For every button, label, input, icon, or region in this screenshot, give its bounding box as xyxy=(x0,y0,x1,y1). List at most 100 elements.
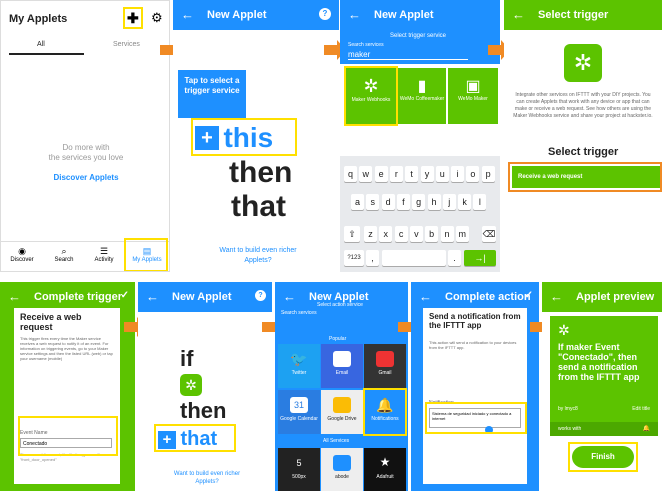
panel-my-applets: My Applets ✚ ⚙ All Services Do more with… xyxy=(0,0,170,272)
key-f[interactable]: f xyxy=(396,194,410,210)
header-title: Complete action xyxy=(445,291,531,303)
header-title: New Applet xyxy=(172,291,232,303)
edit-title-link[interactable]: Edit title xyxy=(632,406,650,412)
key-a[interactable]: a xyxy=(351,194,364,210)
webhooks-icon: ✲ xyxy=(558,322,570,338)
key-e[interactable]: e xyxy=(374,166,388,182)
tile-google-calendar-label: Google Calendar xyxy=(280,416,318,422)
backspace-key[interactable]: ⌫ xyxy=(482,226,496,242)
key-y[interactable]: y xyxy=(420,166,434,182)
key-t[interactable]: t xyxy=(405,166,419,182)
nav-activity[interactable]: ☰ Activity xyxy=(89,246,119,263)
back-arrow-icon[interactable]: ← xyxy=(181,7,194,22)
arrow-2 xyxy=(324,40,346,60)
key-r[interactable]: r xyxy=(389,166,403,182)
gear-icon[interactable]: ⚙ xyxy=(151,10,163,26)
popular-label: Popular xyxy=(329,336,347,342)
header-bar: ← New Applet xyxy=(340,0,500,30)
tile-google-calendar[interactable]: 31 Google Calendar xyxy=(278,390,320,434)
highlight-notifications xyxy=(363,388,407,436)
header-bar: ← New Applet? xyxy=(173,0,339,30)
arrow-1 xyxy=(160,40,182,60)
key-u[interactable]: u xyxy=(435,166,449,182)
key-b[interactable]: b xyxy=(425,226,439,242)
key-i[interactable]: i xyxy=(451,166,465,182)
shift-key[interactable]: ⇧ xyxy=(344,226,360,242)
key-j[interactable]: j xyxy=(442,194,456,210)
highlight-finish xyxy=(568,442,638,472)
key-q[interactable]: q xyxy=(344,166,357,182)
check-icon[interactable]: ✓ xyxy=(121,290,129,301)
key-n[interactable]: n xyxy=(440,226,454,242)
space-key[interactable] xyxy=(382,250,446,266)
tile-adafruit[interactable]: ★ Adafruit xyxy=(364,448,406,491)
nav-discover-label: Discover xyxy=(10,257,34,263)
highlight-my-applets xyxy=(124,238,168,271)
discover-link[interactable]: Discover Applets xyxy=(1,173,169,183)
enter-key[interactable]: →| xyxy=(464,250,496,266)
tab-services[interactable]: Services xyxy=(113,41,140,48)
back-arrow-icon[interactable]: ← xyxy=(550,289,563,304)
list-icon: ☰ xyxy=(99,246,109,256)
key-s[interactable]: s xyxy=(366,194,380,210)
nav-search[interactable]: ⌕ Search xyxy=(49,246,79,263)
key-g[interactable]: g xyxy=(412,194,426,210)
then-label: then xyxy=(180,398,227,423)
footer-link[interactable]: Want to build even richer Applets? xyxy=(162,470,252,486)
tile-adafruit-label: Adafruit xyxy=(376,474,394,480)
key-v[interactable]: v xyxy=(409,226,423,242)
back-arrow-icon[interactable]: ← xyxy=(348,7,361,22)
back-arrow-icon[interactable]: ← xyxy=(419,289,432,304)
highlight-notification xyxy=(425,402,527,434)
tile-500px-label: 500px xyxy=(292,474,306,480)
empty-line-1: Do more with xyxy=(62,143,110,152)
header-bar: ← New Applet? xyxy=(138,282,272,312)
nav-search-label: Search xyxy=(54,257,74,263)
tile-500px[interactable]: 5 500px xyxy=(278,448,320,491)
search-input[interactable]: maker xyxy=(348,50,468,60)
back-arrow-icon[interactable]: ← xyxy=(512,7,525,22)
tile-email[interactable]: Email xyxy=(321,344,363,388)
numbers-key[interactable]: ?123 xyxy=(344,250,364,266)
tile-abode[interactable]: abode xyxy=(321,448,363,491)
key-l[interactable]: l xyxy=(473,194,487,210)
coffee-icon: ▮ xyxy=(417,78,427,95)
service-wemo-maker[interactable]: ▣ WeMo Maker xyxy=(448,68,498,124)
nav-activity-label: Activity xyxy=(94,257,114,263)
help-icon[interactable]: ? xyxy=(255,290,266,301)
abode-icon xyxy=(333,455,351,471)
key-k[interactable]: k xyxy=(458,194,472,210)
arrow-4 xyxy=(124,317,146,337)
highlight-maker xyxy=(344,66,398,126)
tab-all[interactable]: All xyxy=(37,41,45,48)
arrow-3 xyxy=(488,40,510,60)
search-icon: ⌕ xyxy=(61,246,67,256)
help-icon[interactable]: ? xyxy=(319,8,331,20)
check-icon[interactable]: ✓ xyxy=(525,290,533,301)
tile-google-drive[interactable]: Google Drive xyxy=(321,390,363,434)
comma-key[interactable]: , xyxy=(366,250,379,266)
key-x[interactable]: x xyxy=(379,226,393,242)
tab-all-underline xyxy=(9,53,84,55)
key-c[interactable]: c xyxy=(394,226,408,242)
key-d[interactable]: d xyxy=(381,194,395,210)
tile-twitter[interactable]: 🐦 Twitter xyxy=(278,344,320,388)
back-arrow-icon[interactable]: ← xyxy=(283,289,296,304)
footer-link[interactable]: Want to build even richer Applets? xyxy=(213,246,303,266)
key-z[interactable]: z xyxy=(364,226,377,242)
panel-complete-action: ← Complete action ✓ Send a notification fr… xyxy=(411,282,539,491)
key-o[interactable]: o xyxy=(466,166,480,182)
panel-new-applet-this: ← New Applet? Tap to select a trigger ser… xyxy=(173,0,339,272)
dot-key[interactable]: . xyxy=(448,250,461,266)
tile-gmail[interactable]: Gmail xyxy=(364,344,406,388)
nav-discover[interactable]: ◉ Discover xyxy=(7,246,37,263)
key-p[interactable]: p xyxy=(481,166,495,182)
back-arrow-icon[interactable]: ← xyxy=(8,289,21,304)
key-w[interactable]: w xyxy=(359,166,373,182)
key-m[interactable]: m xyxy=(455,226,469,242)
service-wemo-coffee[interactable]: ▮ WeMo Coffeemaker xyxy=(398,68,446,124)
wemo-maker-icon: ▣ xyxy=(465,78,481,95)
key-h[interactable]: h xyxy=(427,194,441,210)
card-heading: Receive a web request xyxy=(20,312,82,332)
back-arrow-icon[interactable]: ← xyxy=(146,289,159,304)
